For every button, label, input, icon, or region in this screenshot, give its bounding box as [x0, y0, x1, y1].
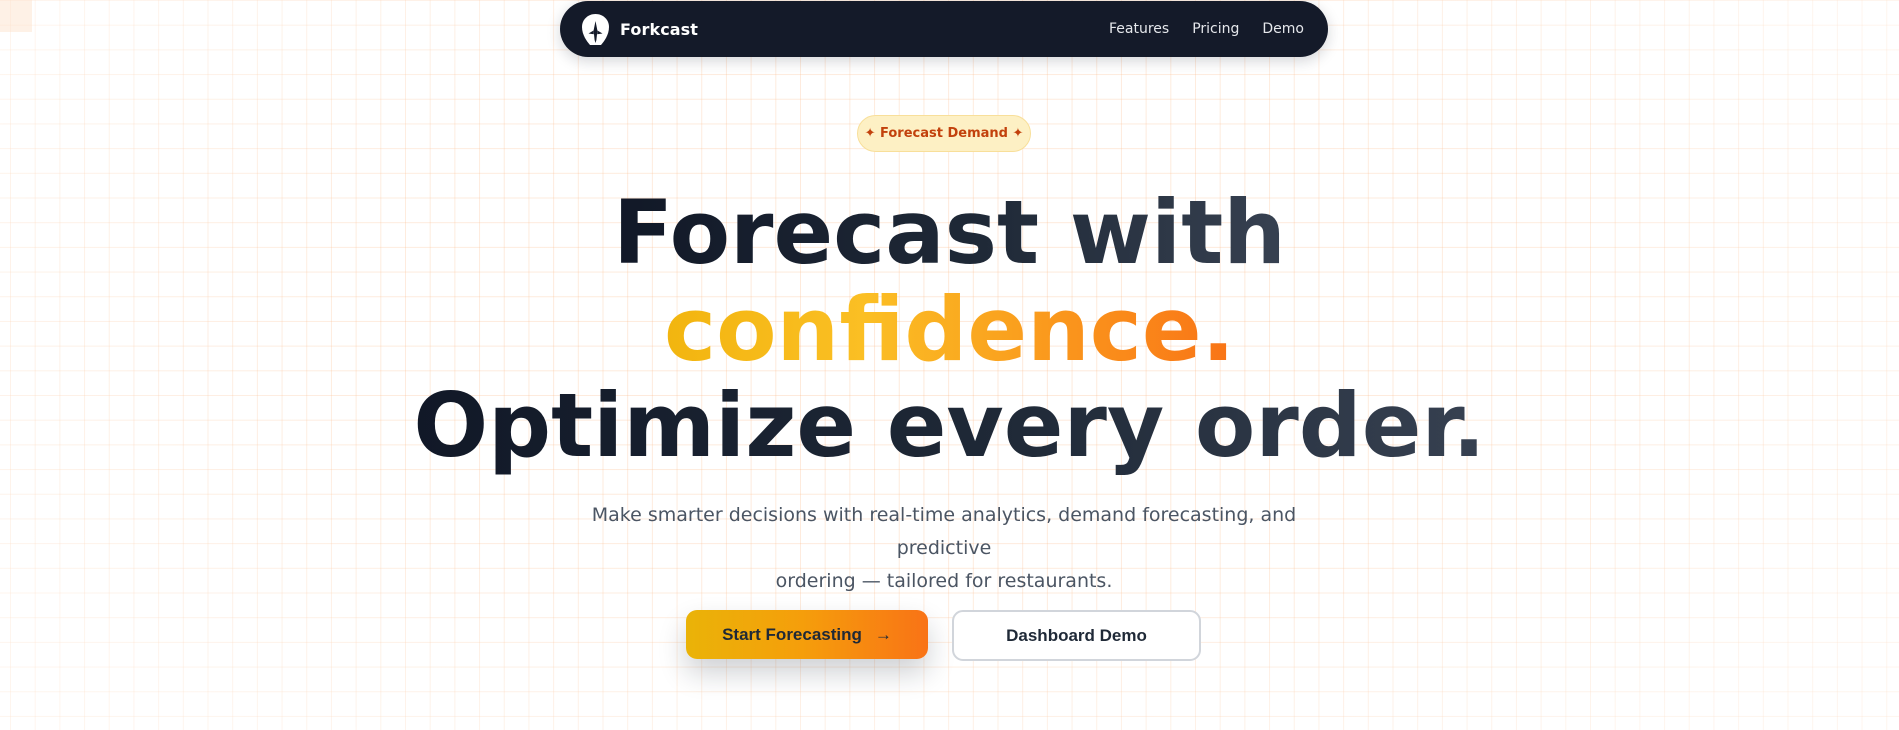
headline-text-1: Forecast with — [613, 181, 1286, 284]
hero-subtitle: Make smarter decisions with real-time an… — [560, 499, 1328, 598]
start-forecasting-label: Start Forecasting — [722, 624, 862, 644]
start-forecasting-button[interactable]: Start Forecasting → — [686, 610, 928, 659]
subtitle-line-2: ordering — tailored for restaurants. — [775, 570, 1113, 592]
headline-line-2: confidence. — [0, 282, 1899, 378]
headline-accent: confidence. — [663, 278, 1236, 381]
nav-link-pricing[interactable]: Pricing — [1192, 21, 1239, 37]
landing-page: Forkcast Features Pricing Demo ✦ Forecas… — [0, 0, 1899, 730]
nav-link-demo[interactable]: Demo — [1262, 21, 1304, 37]
headline-line-3: Optimize every order. — [0, 378, 1899, 474]
subtitle-line-1: Make smarter decisions with real-time an… — [591, 504, 1297, 559]
dashboard-demo-label: Dashboard Demo — [1006, 625, 1147, 645]
headline-line-1: Forecast with — [0, 185, 1899, 281]
nav-link-features[interactable]: Features — [1109, 21, 1169, 37]
headline-text-3: Optimize every order. — [413, 374, 1486, 477]
rocket-icon — [582, 13, 609, 45]
corner-highlight — [0, 0, 32, 32]
dashboard-demo-button[interactable]: Dashboard Demo — [952, 610, 1201, 661]
forecast-demand-badge: ✦ Forecast Demand ✦ — [857, 115, 1031, 152]
nav-links: Features Pricing Demo — [1109, 21, 1304, 37]
top-navbar: Forkcast Features Pricing Demo — [560, 1, 1328, 57]
arrow-right-icon: → — [874, 625, 892, 644]
brand[interactable]: Forkcast — [582, 13, 699, 45]
brand-name: Forkcast — [620, 19, 699, 39]
